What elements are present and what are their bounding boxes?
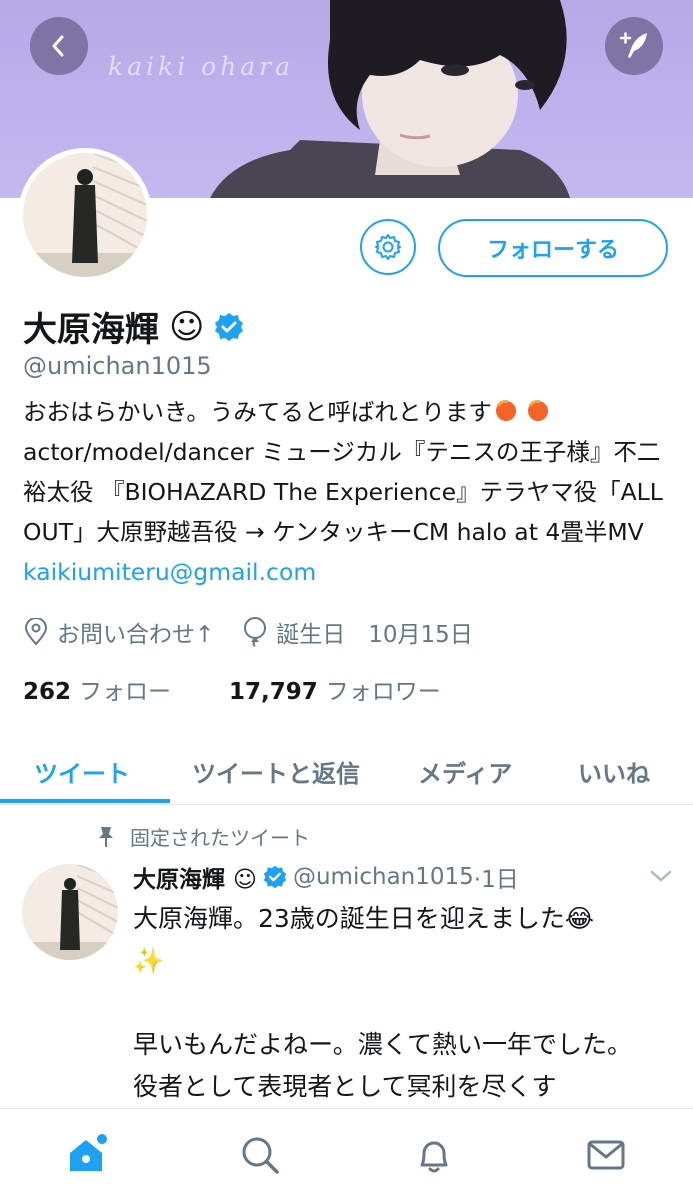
tweet-avatar[interactable] bbox=[22, 864, 118, 960]
nav-messages[interactable] bbox=[584, 1133, 628, 1177]
tab-likes[interactable]: いいね bbox=[578, 738, 650, 804]
nav-home[interactable] bbox=[66, 1133, 110, 1177]
followers-stat[interactable]: 17,797 フォロワー bbox=[229, 672, 441, 706]
profile-bio: おおはらかいき。うみてると呼ばれとります actor/model/dancer … bbox=[23, 392, 673, 592]
bottom-nav bbox=[0, 1108, 693, 1201]
mail-icon bbox=[587, 1140, 625, 1170]
tweet-line-3: 早いもんだよねー。濃くて熱い一年でした。 bbox=[133, 1030, 633, 1059]
display-name: 大原海輝 bbox=[23, 310, 159, 350]
location-info: お問い合わせ↑ bbox=[23, 615, 214, 649]
followers-label: フォロワー bbox=[325, 679, 441, 705]
following-count: 262 bbox=[23, 679, 72, 705]
tweet-author-name[interactable]: 大原海輝 ☺ bbox=[133, 860, 257, 894]
tweet-time: ·1日 bbox=[473, 867, 519, 893]
tweet-text: 大原海輝。23歳の誕生日を迎えました😂 ✨ 早いもんだよねー。濃くて熱い一年でし… bbox=[133, 898, 653, 1108]
location-icon bbox=[24, 618, 48, 646]
active-tab-indicator bbox=[0, 799, 170, 803]
verified-icon bbox=[263, 865, 287, 889]
banner-signature: kaiki ohara bbox=[108, 52, 295, 81]
following-stat[interactable]: 262 フォロー bbox=[23, 672, 171, 706]
avatar-photo bbox=[22, 864, 118, 960]
tweet-header: 大原海輝 ☺ @umichan1015·1日 bbox=[133, 860, 519, 894]
followers-count: 17,797 bbox=[229, 679, 318, 705]
nav-notifications[interactable] bbox=[412, 1133, 456, 1177]
bio-text: actor/model/dancer ミュージカル『テニスの王子様』不二裕太役 … bbox=[23, 438, 663, 546]
fire-ball-emoji bbox=[495, 400, 548, 421]
tweet-line-1: 大原海輝。23歳の誕生日を迎えました😂 bbox=[133, 904, 595, 933]
location-text: お問い合わせ↑ bbox=[57, 622, 215, 648]
profile-handle: @umichan1015 bbox=[23, 352, 212, 380]
tweet-line-2: ✨ bbox=[133, 946, 165, 975]
back-button[interactable] bbox=[30, 17, 88, 75]
profile-avatar[interactable] bbox=[18, 148, 152, 282]
tweet-author-handle[interactable]: @umichan1015 bbox=[293, 864, 474, 890]
pin-icon bbox=[99, 826, 113, 847]
tweet-line-4: 役者として表現者として冥利を尽くす bbox=[133, 1072, 557, 1101]
home-icon bbox=[70, 1134, 107, 1171]
profile-tabs: ツイート ツイートと返信 メディア いいね bbox=[0, 738, 693, 805]
tab-media[interactable]: メディア bbox=[418, 738, 512, 804]
search-icon bbox=[242, 1137, 279, 1174]
bell-icon bbox=[420, 1141, 448, 1173]
birthday-text: 誕生日 10月15日 bbox=[276, 622, 473, 648]
balloon-icon bbox=[244, 617, 267, 647]
back-icon bbox=[52, 35, 64, 57]
tab-tweets-replies[interactable]: ツイートと返信 bbox=[192, 738, 360, 804]
chevron-down-icon bbox=[650, 870, 672, 882]
verified-icon bbox=[215, 312, 244, 341]
pinned-text: 固定されたツイート bbox=[130, 826, 310, 850]
smiley-emoji: ☺ bbox=[169, 306, 205, 347]
gear-icon bbox=[375, 234, 401, 260]
follow-button[interactable]: フォローする bbox=[438, 219, 668, 277]
profile-meta: お問い合わせ↑ 誕生日 10月15日 bbox=[23, 615, 473, 649]
compose-button[interactable] bbox=[605, 17, 663, 75]
settings-button[interactable] bbox=[360, 219, 416, 275]
tab-tweets[interactable]: ツイート bbox=[34, 738, 130, 804]
following-label: フォロー bbox=[79, 679, 172, 705]
profile-name: 大原海輝 ☺ bbox=[23, 302, 244, 351]
profile-stats: 262 フォロー 17,797 フォロワー bbox=[23, 672, 441, 706]
bio-email-link[interactable]: kaikiumiteru@gmail.com bbox=[23, 558, 316, 586]
tweet-menu-button[interactable] bbox=[650, 868, 672, 887]
birthday-info: 誕生日 10月15日 bbox=[242, 615, 473, 649]
pinned-label: 固定されたツイート bbox=[96, 822, 310, 851]
avatar-photo bbox=[23, 153, 147, 277]
compose-icon bbox=[619, 32, 647, 58]
nav-search[interactable] bbox=[238, 1133, 282, 1177]
bio-line-1: おおはらかいき。うみてると呼ばれとります bbox=[23, 398, 492, 426]
